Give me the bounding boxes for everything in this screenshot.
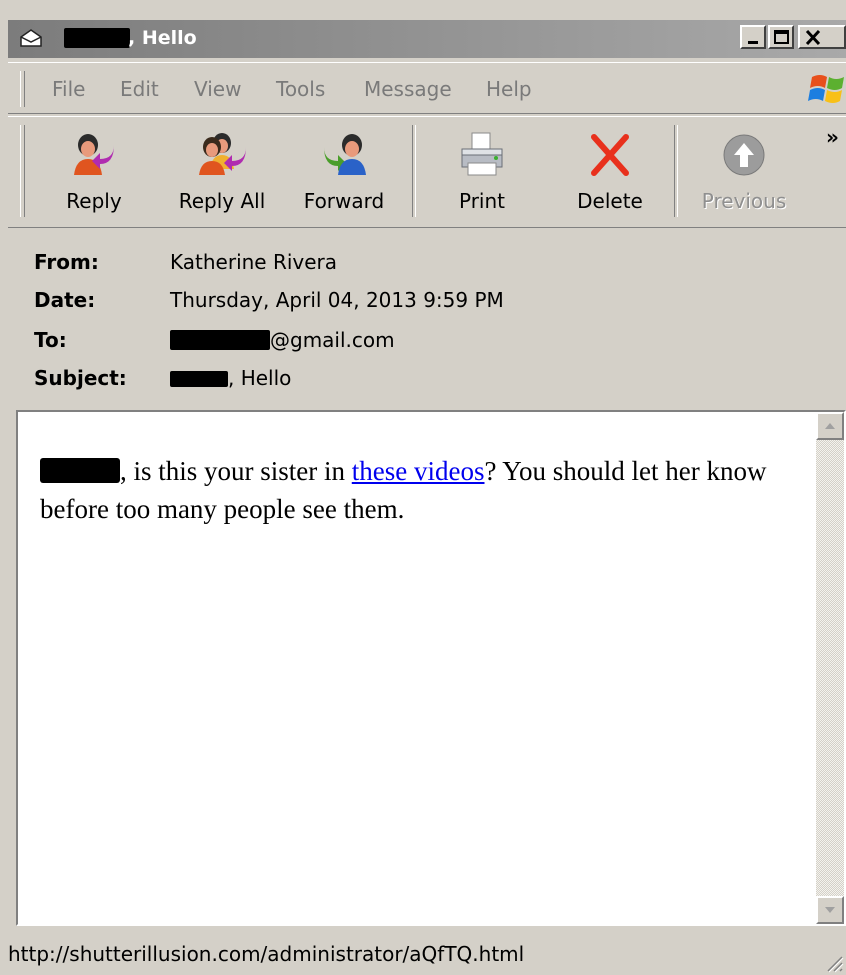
reply-all-button[interactable]: Reply All [162, 117, 282, 227]
scroll-up-button[interactable] [816, 412, 844, 440]
videos-link[interactable]: these videos [352, 456, 485, 486]
reply-button[interactable]: Reply [40, 117, 148, 227]
to-label: To: [34, 328, 67, 352]
subject-label: Subject: [34, 366, 127, 390]
menu-view[interactable]: View [194, 77, 241, 101]
vertical-scrollbar[interactable] [816, 412, 844, 924]
from-value: Katherine Rivera [170, 250, 338, 274]
date-value: Thursday, April 04, 2013 9:59 PM [170, 288, 504, 312]
menu-file[interactable]: File [52, 77, 85, 101]
redacted-recipient-name [40, 458, 120, 483]
reply-icon [74, 134, 114, 175]
print-label: Print [458, 189, 505, 213]
maximize-button[interactable] [768, 25, 794, 49]
previous-arrow-icon [723, 134, 765, 176]
reply-all-label: Reply All [178, 189, 266, 213]
window-title: , Hello [128, 27, 197, 49]
message-header: From: Katherine Rivera Date: Thursday, A… [8, 232, 846, 407]
status-url: http://shutterillusion.com/administrator… [8, 942, 525, 966]
toolbar-separator [412, 125, 416, 217]
delete-label: Delete [577, 189, 643, 213]
message-body[interactable]: , is this your sister in these videos? Y… [16, 410, 846, 926]
status-bar: http://shutterillusion.com/administrator… [0, 934, 846, 975]
scroll-down-arrow-icon [825, 907, 835, 913]
subject-text: , Hello [228, 366, 292, 390]
minimize-icon [748, 41, 758, 44]
toolbar: Reply Reply All Forward Print Delete Pre… [8, 116, 846, 228]
title-bar[interactable]: , Hello [8, 20, 846, 58]
forward-button[interactable]: Forward [290, 117, 398, 227]
toolbar-overflow-button[interactable]: » [826, 125, 839, 149]
email-window: , Hello File Edit View Tools Message Hel… [0, 0, 846, 975]
reply-label: Reply [66, 189, 122, 213]
menubar-grip[interactable] [20, 71, 25, 107]
toolbar-separator [674, 125, 678, 217]
menu-bar: File Edit View Tools Message Help [8, 62, 846, 114]
menu-message[interactable]: Message [364, 77, 452, 101]
message-text: , is this your sister in these videos? Y… [40, 452, 810, 528]
minimize-button[interactable] [740, 25, 766, 49]
delete-x-icon [591, 134, 629, 176]
delete-button[interactable]: Delete [560, 117, 660, 227]
maximize-icon [774, 30, 789, 44]
print-button[interactable]: Print [432, 117, 532, 227]
forward-label: Forward [303, 189, 385, 213]
redacted-email [170, 330, 270, 350]
menu-tools[interactable]: Tools [276, 77, 325, 101]
previous-button[interactable]: Previous [688, 117, 800, 227]
redacted-subject-name [170, 371, 228, 387]
redacted-name [64, 28, 130, 48]
scroll-up-arrow-icon [825, 423, 835, 429]
scroll-down-button[interactable] [816, 896, 844, 924]
toolbar-grip[interactable] [20, 125, 25, 217]
forward-icon [324, 134, 366, 175]
subject-value: , Hello [170, 366, 291, 390]
to-value: @gmail.com [170, 328, 395, 352]
windows-flag-icon [808, 75, 844, 103]
resize-grip-icon[interactable] [822, 951, 844, 973]
reply-all-icon [199, 133, 246, 175]
to-domain: @gmail.com [270, 328, 395, 352]
close-icon [805, 29, 821, 46]
close-button[interactable] [798, 25, 846, 49]
date-label: Date: [34, 288, 96, 312]
message-part1: , is this your sister in [120, 456, 352, 486]
printer-icon [461, 132, 503, 176]
from-label: From: [34, 250, 99, 274]
previous-label: Previous [701, 189, 787, 213]
menu-help[interactable]: Help [486, 77, 532, 101]
envelope-icon [20, 29, 42, 47]
menu-edit[interactable]: Edit [120, 77, 159, 101]
